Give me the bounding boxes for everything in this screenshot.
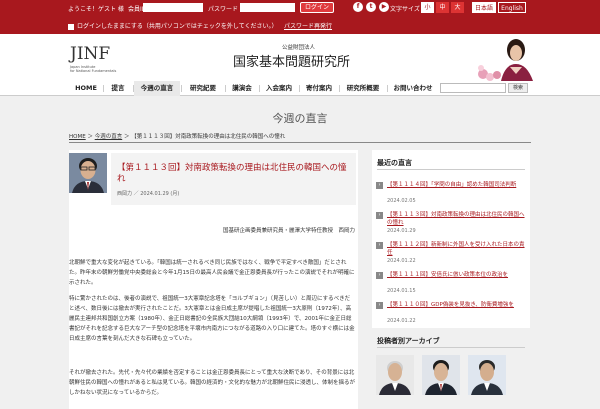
archive-author-photo[interactable] bbox=[422, 355, 460, 395]
org-type: 公益財団法人 bbox=[282, 45, 316, 51]
font-size-label: 文字サイズ bbox=[390, 6, 420, 13]
font-size-large[interactable]: 大 bbox=[451, 2, 464, 13]
recent-column-date: 2024.01.29 bbox=[387, 228, 416, 234]
recent-column-item[interactable]: › 【第１１１３回】対南政策転換の理由は北住民の韓国への憧れ 2024.01.2… bbox=[376, 211, 526, 241]
article-paragraph: 特に驚かされたのは、後者の演説で、祖国統一3大憲章記念塔を「ヨルブギョン」（見苦… bbox=[69, 296, 355, 342]
font-size-medium[interactable]: 中 bbox=[436, 2, 449, 13]
lang-english[interactable]: English bbox=[498, 2, 526, 13]
nav-lectures[interactable]: 講演会 bbox=[226, 81, 258, 96]
recent-column-item[interactable]: › 【第１１１０回】GDP偽装を見抜き、防衛費増強を 2024.01.22 bbox=[376, 301, 526, 331]
jinf-logo[interactable]: JINF bbox=[70, 44, 110, 64]
recent-column-title[interactable]: 【第１１１２回】新新制に外国人を受け入れた日本の責任 bbox=[387, 241, 525, 257]
twitter-icon[interactable]: t bbox=[366, 2, 376, 12]
recent-column-title[interactable]: 【第１１１０回】GDP偽装を見抜き、防衛費増強を bbox=[387, 301, 525, 309]
top-bar: ようこそ！ゲスト 様 会員ID パスワード ログイン f t ▶ 文字サイズ 小… bbox=[0, 0, 600, 34]
chevron-right-icon: › bbox=[376, 182, 383, 189]
welcome-text: ようこそ！ゲスト 様 bbox=[68, 6, 124, 13]
chevron-right-icon: › bbox=[376, 302, 383, 309]
breadcrumb: HOME ＞ 今週の直言 ＞ 【第１１１３回】対南政策転換の理由は北住民の韓国へ… bbox=[69, 132, 285, 140]
recent-column-date: 2024.01.22 bbox=[387, 258, 416, 264]
chevron-right-icon: › bbox=[376, 212, 383, 219]
author-photo bbox=[69, 153, 107, 193]
recent-column-title[interactable]: 【第１１１３回】対南政策転換の理由は北住民の韓国への憧れ bbox=[387, 211, 525, 227]
nav-weekly-column[interactable]: 今週の直言 bbox=[134, 81, 180, 96]
font-size-small[interactable]: 小 bbox=[421, 2, 434, 13]
nav-contact[interactable]: お問い合わせ bbox=[388, 81, 438, 96]
article-title: 【第１１１３回】対南政策転換の理由は北住民の韓国への憧れ bbox=[117, 163, 347, 184]
president-portrait bbox=[477, 36, 537, 81]
breadcrumb-current: 【第１１１３回】対南政策転換の理由は北住民の韓国への憧れ bbox=[131, 134, 286, 140]
breadcrumb-section[interactable]: 今週の直言 bbox=[95, 134, 123, 140]
recent-column-item[interactable]: › 【第１１１４回】「学問の自由」認めた韓国司法判断 2024.02.05 bbox=[376, 181, 526, 211]
article-paragraph: 北朝鮮で重大な変化が起きている。「韓国は統一されるべき同じ民族ではなく、戦争で平… bbox=[69, 260, 355, 286]
password-reissue-link[interactable]: パスワード再発行 bbox=[284, 21, 332, 30]
site-header: JINF Japan Institute for National Fundam… bbox=[0, 34, 600, 81]
archive-heading: 投稿者別アーカイブ bbox=[377, 337, 440, 345]
nav-donation[interactable]: 寄付案内 bbox=[300, 81, 338, 96]
article-date: 2024.01.29 (月) bbox=[140, 191, 180, 197]
article-meta: 西岡力 ／ 2024.01.29 (月) bbox=[117, 190, 179, 197]
archive-author-photo[interactable] bbox=[468, 355, 506, 395]
article: 【第１１１３回】対南政策転換の理由は北住民の韓国への憧れ 西岡力 ／ 2024.… bbox=[69, 150, 358, 409]
recent-columns-heading: 最近の直言 bbox=[377, 159, 412, 167]
youtube-icon[interactable]: ▶ bbox=[379, 2, 389, 12]
chevron-right-icon: › bbox=[376, 242, 383, 249]
page-title: 今週の直言 bbox=[272, 112, 328, 125]
logo-subtitle-line2: for National Fundamentals bbox=[70, 69, 117, 73]
password-input[interactable] bbox=[240, 3, 295, 12]
chevron-right-icon: › bbox=[376, 272, 383, 279]
keep-login[interactable]: ログインしたままにする（共用パソコンではチェックを外してください。） bbox=[68, 21, 278, 30]
org-name: 国家基本問題研究所 bbox=[233, 55, 351, 70]
recent-column-date: 2024.02.05 bbox=[387, 198, 416, 204]
nav-membership[interactable]: 入会案内 bbox=[260, 81, 298, 96]
article-author[interactable]: 西岡力 bbox=[117, 191, 132, 197]
nav-research-bulletin[interactable]: 研究紀要 bbox=[182, 81, 224, 96]
archive-author-photo[interactable] bbox=[376, 355, 414, 395]
search-input[interactable] bbox=[440, 83, 506, 93]
logo-subtitle: Japan Institute for National Fundamental… bbox=[70, 65, 130, 73]
member-id-input[interactable] bbox=[143, 3, 203, 12]
nav-about[interactable]: 研究所概要 bbox=[340, 81, 386, 96]
recent-column-title[interactable]: 【第１１１４回】「学問の自由」認めた韓国司法判断 bbox=[387, 181, 525, 189]
author-line: 国基研企画委員兼研究員・麗澤大学特任教授 西岡力 bbox=[222, 228, 355, 234]
keep-login-label: ログインしたままにする（共用パソコンではチェックを外してください。） bbox=[77, 23, 278, 30]
nav-proposals[interactable]: 提言 bbox=[104, 81, 132, 96]
breadcrumb-separator: ＞ bbox=[87, 134, 95, 140]
login-button[interactable]: ログイン bbox=[300, 2, 334, 13]
facebook-icon[interactable]: f bbox=[353, 2, 363, 12]
main-nav: HOME 提言 今週の直言 研究紀要 講演会 入会案内 寄付案内 研究所概要 お… bbox=[0, 81, 600, 96]
recent-column-date: 2024.01.22 bbox=[387, 318, 416, 324]
search-button[interactable]: 検索 bbox=[508, 83, 528, 93]
lang-japanese[interactable]: 日本語 bbox=[472, 2, 496, 13]
recent-column-title[interactable]: 【第１１１１回】安倍氏に倣い政策本位の政治を bbox=[387, 271, 525, 279]
password-label: パスワード bbox=[208, 6, 239, 13]
breadcrumb-divider bbox=[69, 142, 531, 143]
keep-login-checkbox[interactable] bbox=[68, 23, 74, 30]
recent-column-date: 2024.01.15 bbox=[387, 288, 416, 294]
recent-column-item[interactable]: › 【第１１１２回】新新制に外国人を受け入れた日本の責任 2024.01.22 bbox=[376, 241, 526, 271]
article-paragraph: それが撤去された。先代・先々代の業績を否定することは金正恩委員長にとって重大な決… bbox=[69, 370, 355, 396]
sidebar-divider bbox=[377, 169, 525, 170]
breadcrumb-home[interactable]: HOME bbox=[69, 134, 86, 140]
nav-home[interactable]: HOME bbox=[70, 81, 102, 96]
archive-divider bbox=[377, 347, 525, 348]
recent-column-item[interactable]: › 【第１１１１回】安倍氏に倣い政策本位の政治を 2024.01.15 bbox=[376, 271, 526, 301]
sidebar: 最近の直言 › 【第１１１４回】「学問の自由」認めた韓国司法判断 2024.02… bbox=[372, 150, 530, 409]
